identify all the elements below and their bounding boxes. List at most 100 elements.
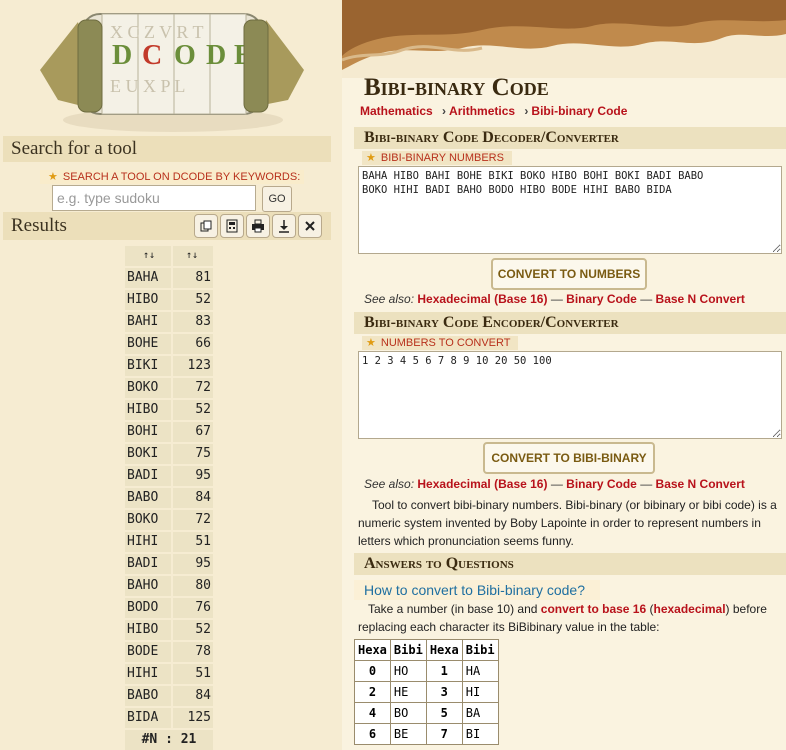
bibi-value: BE bbox=[389, 723, 427, 745]
breadcrumb-arithmetics[interactable]: Arithmetics bbox=[449, 104, 515, 118]
result-value: 123 bbox=[173, 356, 213, 376]
link-binary-code[interactable]: Binary Code bbox=[566, 292, 637, 306]
sort-value-button[interactable]: ↑↓ bbox=[173, 246, 213, 266]
link-binary-code[interactable]: Binary Code bbox=[566, 477, 637, 491]
search-label: ★ SEARCH A TOOL ON DCODE BY KEYWORDS: bbox=[40, 170, 305, 184]
results-count: #N : 21 bbox=[125, 730, 213, 750]
see-also-label: See also: bbox=[364, 292, 415, 306]
print-icon[interactable] bbox=[246, 214, 270, 238]
dcode-logo[interactable]: X C Z V R T D C O D E E U X P L bbox=[38, 0, 306, 135]
parchment-header bbox=[342, 0, 786, 78]
result-value: 52 bbox=[173, 620, 213, 640]
result-code: BABO bbox=[125, 488, 171, 508]
link-base-n-convert[interactable]: Base N Convert bbox=[656, 292, 745, 306]
download-icon[interactable] bbox=[272, 214, 296, 238]
result-code: BOHE bbox=[125, 334, 171, 354]
hex-digit: 6 bbox=[354, 723, 391, 745]
result-value: 52 bbox=[173, 400, 213, 420]
close-icon[interactable] bbox=[298, 214, 322, 238]
link-hexadecimal-inline[interactable]: hexadecimal bbox=[654, 602, 726, 616]
result-value: 84 bbox=[173, 686, 213, 706]
result-code: BADI bbox=[125, 466, 171, 486]
svg-text:O: O bbox=[174, 40, 196, 71]
bibi-binary-input[interactable]: BAHA HIBO BAHI BOHE BIKI BOKO HIBO BOHI … bbox=[358, 166, 782, 254]
encoder-field-label-text: NUMBERS TO CONVERT bbox=[380, 337, 511, 349]
svg-text:X C Z V R T: X C Z V R T bbox=[110, 22, 204, 42]
star-icon: ★ bbox=[366, 152, 376, 164]
see-also-separator: — bbox=[640, 292, 653, 306]
table-row: 2 HE 3 HI bbox=[354, 681, 499, 703]
hex-digit: 0 bbox=[354, 660, 391, 682]
result-value: 51 bbox=[173, 532, 213, 552]
result-value: 81 bbox=[173, 268, 213, 288]
svg-text:D: D bbox=[112, 40, 132, 71]
intro-text: Tool to convert bibi-binary numbers. Bib… bbox=[358, 498, 777, 548]
result-code: BIDA bbox=[125, 708, 171, 728]
table-header: Hexa bbox=[354, 639, 391, 661]
bibi-value: BI bbox=[461, 723, 499, 745]
breadcrumb: Mathematics › Arithmetics › Bibi-binary Co… bbox=[360, 104, 628, 118]
result-code: BOKI bbox=[125, 444, 171, 464]
see-also-separator: — bbox=[550, 292, 563, 306]
result-value: 125 bbox=[173, 708, 213, 728]
search-label-text: SEARCH A TOOL ON DCODE BY KEYWORDS: bbox=[62, 171, 301, 183]
left-sidebar: X C Z V R T D C O D E E U X P L Search f… bbox=[0, 0, 342, 750]
encoder-heading: Bibi-binary Code Encoder/Converter bbox=[354, 312, 786, 334]
link-base-n-convert[interactable]: Base N Convert bbox=[656, 477, 745, 491]
bibi-value: BO bbox=[389, 702, 427, 724]
result-value: 78 bbox=[173, 642, 213, 662]
go-button[interactable]: GO bbox=[262, 186, 292, 212]
table-header: Bibi bbox=[389, 639, 427, 661]
encoder-field-label: ★ NUMBERS TO CONVERT bbox=[362, 336, 519, 350]
bibi-value: HA bbox=[461, 660, 499, 682]
hex-digit: 7 bbox=[425, 723, 463, 745]
result-code: HIHI bbox=[125, 532, 171, 552]
search-panel-title: Search for a tool bbox=[3, 136, 331, 162]
page-title: Bibi-binary Code bbox=[364, 74, 549, 101]
decoder-field-label: ★ BIBI-BINARY NUMBERS bbox=[362, 151, 512, 165]
result-value: 72 bbox=[173, 378, 213, 398]
result-code: BODE bbox=[125, 642, 171, 662]
see-also-separator: — bbox=[640, 477, 653, 491]
breadcrumb-mathematics[interactable]: Mathematics bbox=[360, 104, 433, 118]
link-hexadecimal[interactable]: Hexadecimal (Base 16) bbox=[417, 477, 547, 491]
calculator-icon[interactable] bbox=[220, 214, 244, 238]
table-row: 6 BE 7 BI bbox=[354, 723, 499, 745]
answer-pre: Take a number (in base 10) and bbox=[368, 602, 538, 616]
link-hexadecimal[interactable]: Hexadecimal (Base 16) bbox=[417, 292, 547, 306]
result-code: BAHO bbox=[125, 576, 171, 596]
table-row: 4 BO 5 BA bbox=[354, 702, 499, 724]
hex-digit: 4 bbox=[354, 702, 391, 724]
result-code: BOKO bbox=[125, 378, 171, 398]
star-icon: ★ bbox=[366, 337, 376, 349]
bibi-value: HE bbox=[389, 681, 427, 703]
sort-code-button[interactable]: ↑↓ bbox=[125, 246, 171, 266]
result-value: 52 bbox=[173, 290, 213, 310]
search-input[interactable]: e.g. type sudoku bbox=[52, 185, 256, 211]
see-also-separator: — bbox=[550, 477, 563, 491]
convert-to-numbers-button[interactable]: CONVERT TO NUMBERS bbox=[491, 258, 647, 290]
bibi-value: BA bbox=[461, 702, 499, 724]
result-value: 95 bbox=[173, 466, 213, 486]
copy-icon[interactable] bbox=[194, 214, 218, 238]
result-value: 75 bbox=[173, 444, 213, 464]
bibi-value: HI bbox=[461, 681, 499, 703]
svg-text:D: D bbox=[206, 40, 226, 71]
result-code: BAHA bbox=[125, 268, 171, 288]
result-value: 95 bbox=[173, 554, 213, 574]
result-value: 80 bbox=[173, 576, 213, 596]
result-value: 72 bbox=[173, 510, 213, 530]
hex-digit: 2 bbox=[354, 681, 391, 703]
result-code: HIBO bbox=[125, 290, 171, 310]
decoder-field-label-text: BIBI-BINARY NUMBERS bbox=[380, 152, 504, 164]
convert-to-bibi-binary-button[interactable]: CONVERT TO BIBI-BINARY bbox=[483, 442, 655, 474]
result-code: BOKO bbox=[125, 510, 171, 530]
breadcrumb-bibi-binary[interactable]: Bibi-binary Code bbox=[531, 104, 627, 118]
question-heading: How to convert to Bibi-binary code? bbox=[354, 580, 600, 600]
link-convert-base-16[interactable]: convert to base 16 bbox=[541, 602, 646, 616]
svg-text:E U X P L: E U X P L bbox=[110, 76, 185, 96]
result-code: HIBO bbox=[125, 620, 171, 640]
answer-text: Take a number (in base 10) and convert t… bbox=[358, 600, 786, 636]
numbers-input[interactable]: 1 2 3 4 5 6 7 8 9 10 20 50 100 bbox=[358, 351, 782, 439]
result-value: 84 bbox=[173, 488, 213, 508]
